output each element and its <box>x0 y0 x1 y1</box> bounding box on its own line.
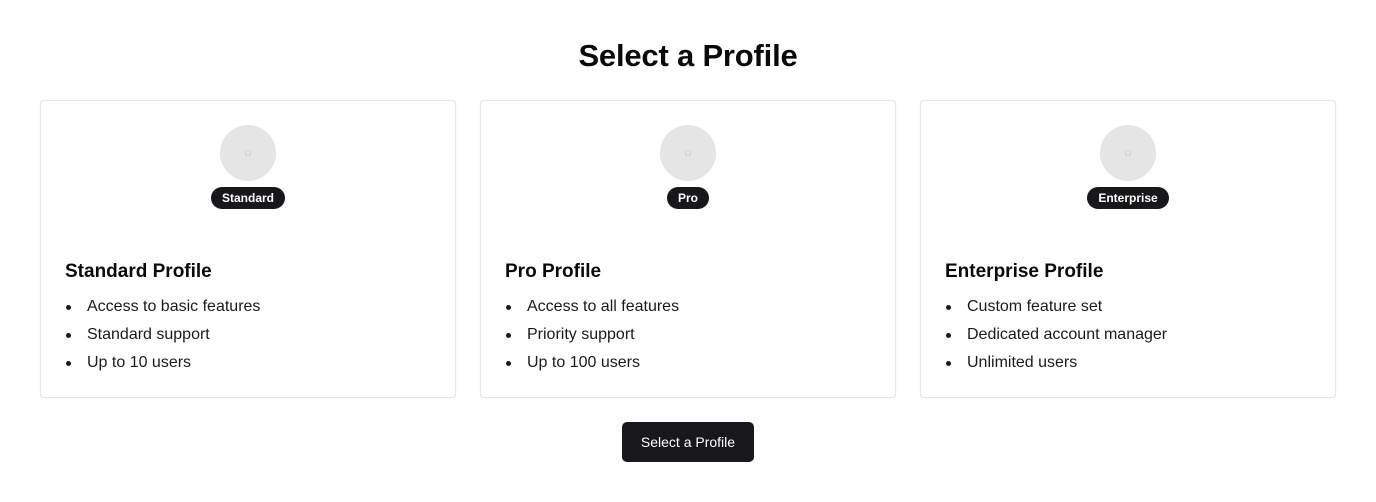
feature-list: Access to all features Priority support … <box>505 293 679 377</box>
profile-card-pro[interactable]: Pro Pro Profile Access to all features P… <box>480 100 896 398</box>
feature-item: Access to basic features <box>65 293 260 321</box>
feature-item: Access to all features <box>505 293 679 321</box>
avatar <box>220 125 276 181</box>
profile-card-enterprise[interactable]: Enterprise Enterprise Profile Custom fea… <box>920 100 1336 398</box>
badge-container: Standard <box>41 187 455 209</box>
feature-text: Dedicated account manager <box>967 326 1168 343</box>
profile-badge: Enterprise <box>1087 187 1169 209</box>
badge-container: Pro <box>481 187 895 209</box>
profile-title: Pro Profile <box>505 261 602 282</box>
bullet-icon <box>506 305 511 310</box>
select-profile-button[interactable]: Select a Profile <box>622 422 754 462</box>
feature-text: Priority support <box>527 326 635 343</box>
feature-text: Access to all features <box>527 298 680 315</box>
badge-container: Enterprise <box>921 187 1335 209</box>
feature-text: Up to 100 users <box>527 354 640 371</box>
feature-list: Custom feature set Dedicated account man… <box>945 293 1167 377</box>
profile-selection-page: Select a Profile Standard Standard Profi… <box>0 0 1376 502</box>
feature-text: Access to basic features <box>87 298 261 315</box>
bullet-icon <box>506 333 511 338</box>
bullet-icon <box>66 361 71 366</box>
feature-item: Standard support <box>65 321 260 349</box>
profile-cards: Standard Standard Profile Access to basi… <box>40 100 1336 398</box>
profile-title: Standard Profile <box>65 261 212 282</box>
image-placeholder-icon <box>1125 150 1131 156</box>
feature-text: Custom feature set <box>967 298 1103 315</box>
bullet-icon <box>946 333 951 338</box>
profile-badge: Standard <box>210 187 285 209</box>
bullet-icon <box>946 305 951 310</box>
feature-item: Custom feature set <box>945 293 1167 321</box>
image-placeholder-icon <box>685 150 691 156</box>
profile-badge: Pro <box>666 187 709 209</box>
feature-item: Dedicated account manager <box>945 321 1167 349</box>
bullet-icon <box>66 305 71 310</box>
feature-item: Unlimited users <box>945 349 1167 377</box>
feature-text: Up to 10 users <box>87 354 192 371</box>
feature-item: Up to 100 users <box>505 349 679 377</box>
bullet-icon <box>66 333 71 338</box>
feature-text: Standard support <box>87 326 210 343</box>
profile-title: Enterprise Profile <box>945 261 1104 282</box>
feature-text: Unlimited users <box>967 354 1078 371</box>
bullet-icon <box>506 361 511 366</box>
feature-list: Access to basic features Standard suppor… <box>65 293 260 377</box>
profile-card-standard[interactable]: Standard Standard Profile Access to basi… <box>40 100 456 398</box>
avatar <box>660 125 716 181</box>
feature-item: Priority support <box>505 321 679 349</box>
image-placeholder-icon <box>245 150 251 156</box>
feature-item: Up to 10 users <box>65 349 260 377</box>
avatar <box>1100 125 1156 181</box>
page-title: Select a Profile <box>578 38 798 73</box>
bullet-icon <box>946 361 951 366</box>
